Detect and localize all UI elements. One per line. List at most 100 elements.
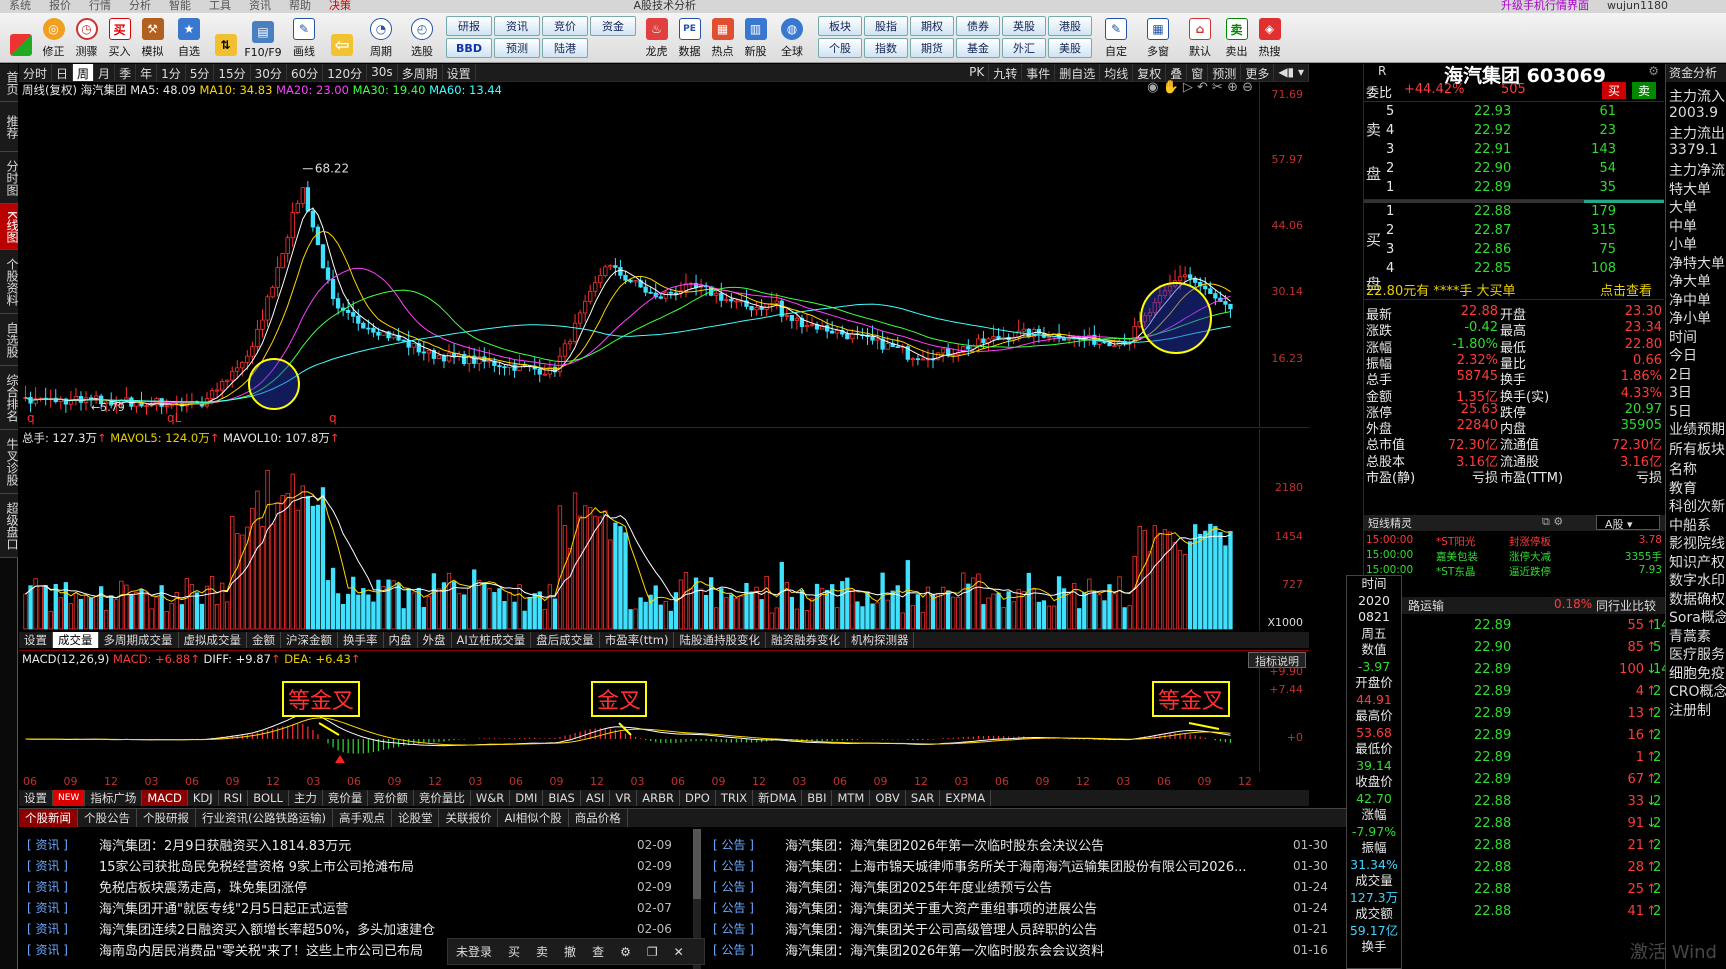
float-buy-button[interactable]: 买 <box>500 943 528 960</box>
industry-row[interactable]: 22.89 4 ↑ 2 <box>1364 684 1664 702</box>
ask-row[interactable]: 5 22.93 61 <box>1364 104 1664 122</box>
indtab[interactable]: MACD <box>142 790 188 806</box>
us-stocks-button[interactable]: 美股 <box>1048 38 1092 58</box>
multi-window-button[interactable]: ▦ 多窗 <box>1136 13 1180 61</box>
side-item[interactable]: 青蒿素 <box>1669 626 1711 646</box>
newstab[interactable]: 个股新闻 <box>19 809 78 827</box>
side-item[interactable]: 中船系 <box>1669 515 1711 535</box>
kline-chart[interactable]: 68.22 ←5.79 q qL q <box>19 82 1259 428</box>
announcement-item[interactable]: [ 公告 ] 海汽集团：海汽集团2026年第一次临时股东会决议公告 01-30 <box>713 834 1353 855</box>
tool-nine[interactable]: 九转 <box>989 64 1023 81</box>
indtab[interactable]: EXPMA <box>940 790 992 806</box>
indtab[interactable]: 竞价额 <box>368 790 414 806</box>
menu-tools[interactable]: 工具 <box>209 0 231 12</box>
ask-row[interactable]: 2 22.90 54 <box>1364 161 1664 179</box>
announcement-item[interactable]: [ 公告 ] 海汽集团：海汽集团关于重大资产重组事项的进展公告 01-24 <box>713 897 1353 918</box>
watchlist-button[interactable]: ★ 自选 <box>169 13 209 61</box>
indtab[interactable]: DPO <box>680 790 716 806</box>
side-item[interactable]: 教育 <box>1669 478 1697 498</box>
tool-forecast[interactable]: 预测 <box>1208 64 1242 81</box>
indtab[interactable]: RSI <box>219 790 249 806</box>
gear-icon[interactable]: ⚙ <box>1648 64 1659 78</box>
indtab[interactable]: BOLL <box>248 790 289 806</box>
side-item[interactable]: 净特大单 <box>1669 253 1725 273</box>
newstab[interactable]: 高手观点 <box>333 809 392 827</box>
industry-row[interactable]: 22.89 13 ↑ 2 <box>1364 706 1664 724</box>
forex-button[interactable]: 外汇 <box>1002 38 1046 58</box>
newstab[interactable]: 关联报价 <box>439 809 499 827</box>
nav-diagnosis[interactable]: 牛叉诊股 <box>0 430 19 494</box>
float-cancel-button[interactable]: 撤 <box>556 943 584 960</box>
draw-line-button[interactable]: ✎ 画线 <box>284 13 324 61</box>
voltab[interactable]: 陆股通持股变化 <box>674 632 766 648</box>
announcement-item[interactable]: [ 公告 ] 海汽集团：海汽集团2025年年度业绩预亏公告 01-24 <box>713 876 1353 897</box>
side-item[interactable]: 主力流入 <box>1669 86 1725 106</box>
indtab[interactable]: 设置 <box>19 790 53 806</box>
login-status[interactable]: 未登录 <box>448 943 500 960</box>
news-item[interactable]: [ 资讯 ] 15家公司获批岛民免税经营资格 9家上市公司抢滩布局 02-09 <box>27 855 687 876</box>
side-item[interactable]: 主力净流 <box>1669 160 1725 180</box>
industry-row[interactable]: 22.88 25 ↑ 2 <box>1364 882 1664 900</box>
side-item[interactable]: 时间 <box>1669 327 1697 347</box>
dragon-tiger-button[interactable]: ♨ 龙虎 <box>640 13 673 61</box>
default-button[interactable]: ⌂ 默认 <box>1180 13 1220 61</box>
stocks-button[interactable]: 个股 <box>818 38 862 58</box>
period-month[interactable]: 月 <box>94 64 116 81</box>
voltab[interactable]: 内盘 <box>384 632 418 648</box>
voltab[interactable]: 虚拟成交量 <box>179 632 247 648</box>
expand-icon[interactable]: ◀▮ ▾ <box>1274 64 1309 81</box>
global-button[interactable]: ◍ 全球 <box>772 13 812 61</box>
bid-row[interactable]: 4 22.85 108 <box>1364 261 1664 279</box>
nav-watchlist[interactable]: 自选股 <box>0 314 19 366</box>
newstab[interactable]: 论股堂 <box>392 809 440 827</box>
auction-button[interactable]: 竞价 <box>542 16 588 36</box>
side-item[interactable]: 所有板块 <box>1669 439 1725 459</box>
side-item[interactable]: 2日 <box>1669 364 1692 384</box>
nav-timeshare[interactable]: 分时图 <box>0 152 19 204</box>
indtab[interactable]: BIAS <box>543 790 581 806</box>
period-timeshare[interactable]: 分时 <box>19 64 53 81</box>
period-5m[interactable]: 5分 <box>186 64 215 81</box>
voltab[interactable]: AI立桩成交量 <box>452 632 532 648</box>
industry-row[interactable]: 22.89 67 ↑ 2 <box>1364 772 1664 790</box>
sell-button[interactable]: 卖卖出 <box>1220 13 1253 61</box>
newstab[interactable]: 行业资讯(公路铁路运输) <box>196 809 333 827</box>
float-sell-button[interactable]: 卖 <box>528 943 556 960</box>
indtab[interactable]: VR <box>610 790 638 806</box>
hk-connect-button[interactable]: 陆港 <box>542 38 588 58</box>
voltab[interactable]: 机构探测器 <box>846 632 915 648</box>
macd-panel[interactable]: MACD(12,26,9) MACD: +6.88↑ DIFF: +9.87↑ … <box>19 650 1309 772</box>
period-multi[interactable]: 多周期 <box>398 64 443 81</box>
tool-window[interactable]: 窗 <box>1187 64 1209 81</box>
user-name[interactable]: wujun1180 <box>1607 0 1668 12</box>
kline-panel[interactable]: 周线(复权) 海汽集团 MA5: 48.09 MA10: 34.83 MA20:… <box>19 80 1309 428</box>
fund-button[interactable]: 基金 <box>956 38 1000 58</box>
side-item[interactable]: 科创次新 <box>1669 496 1725 516</box>
forecast-button[interactable]: 预测 <box>494 38 540 58</box>
nav-handicap[interactable]: 超级盘口 <box>0 494 19 558</box>
side-item[interactable]: 大单 <box>1669 197 1697 217</box>
voltab[interactable]: 换手率 <box>338 632 384 648</box>
simulate-button[interactable]: ⚒ 模拟 <box>136 13 169 61</box>
indtab[interactable]: 主力 <box>289 790 323 806</box>
indtab[interactable]: OBV <box>870 790 906 806</box>
period-button[interactable]: ◔ 周期 <box>360 13 402 61</box>
news-item[interactable]: [ 资讯 ] 海汽集团连续2日融资买入额增长率超50%，多头加速建仓 02-06 <box>27 918 687 939</box>
grid-button[interactable] <box>4 13 37 61</box>
volume-panel[interactable]: 总手: 127.3万↑ MAVOL5: 124.0万↑ MAVOL10: 107… <box>19 429 1309 631</box>
shortline-row[interactable]: 15:00:00 *ST东晶 逼近跌停 7.93 <box>1364 564 1664 582</box>
side-item[interactable]: 今日 <box>1669 345 1697 365</box>
news-item[interactable]: [ 资讯 ] 海汽集团开通"就医专线"2月5日起正式运营 02-07 <box>27 897 687 918</box>
bonds-button[interactable]: 债券 <box>956 16 1000 36</box>
f10-button[interactable]: ▤ F10/F9 <box>242 13 284 61</box>
ask-row[interactable]: 1 22.89 35 <box>1364 180 1664 198</box>
indtab[interactable]: 竞价量比 <box>414 790 471 806</box>
period-settings[interactable]: 设置 <box>443 64 476 81</box>
big-order-link[interactable]: 点击查看 <box>1600 280 1652 299</box>
indtab[interactable]: SAR <box>906 790 941 806</box>
ipo-button[interactable]: ▥ 新股 <box>739 13 772 61</box>
test-button[interactable]: ◷ 测骤 <box>70 13 103 61</box>
industry-row[interactable]: 22.88 41 ↑ 2 <box>1364 904 1664 922</box>
market-select[interactable]: A股 ▾ <box>1596 515 1660 531</box>
menu-quote[interactable]: 报价 <box>49 0 71 12</box>
